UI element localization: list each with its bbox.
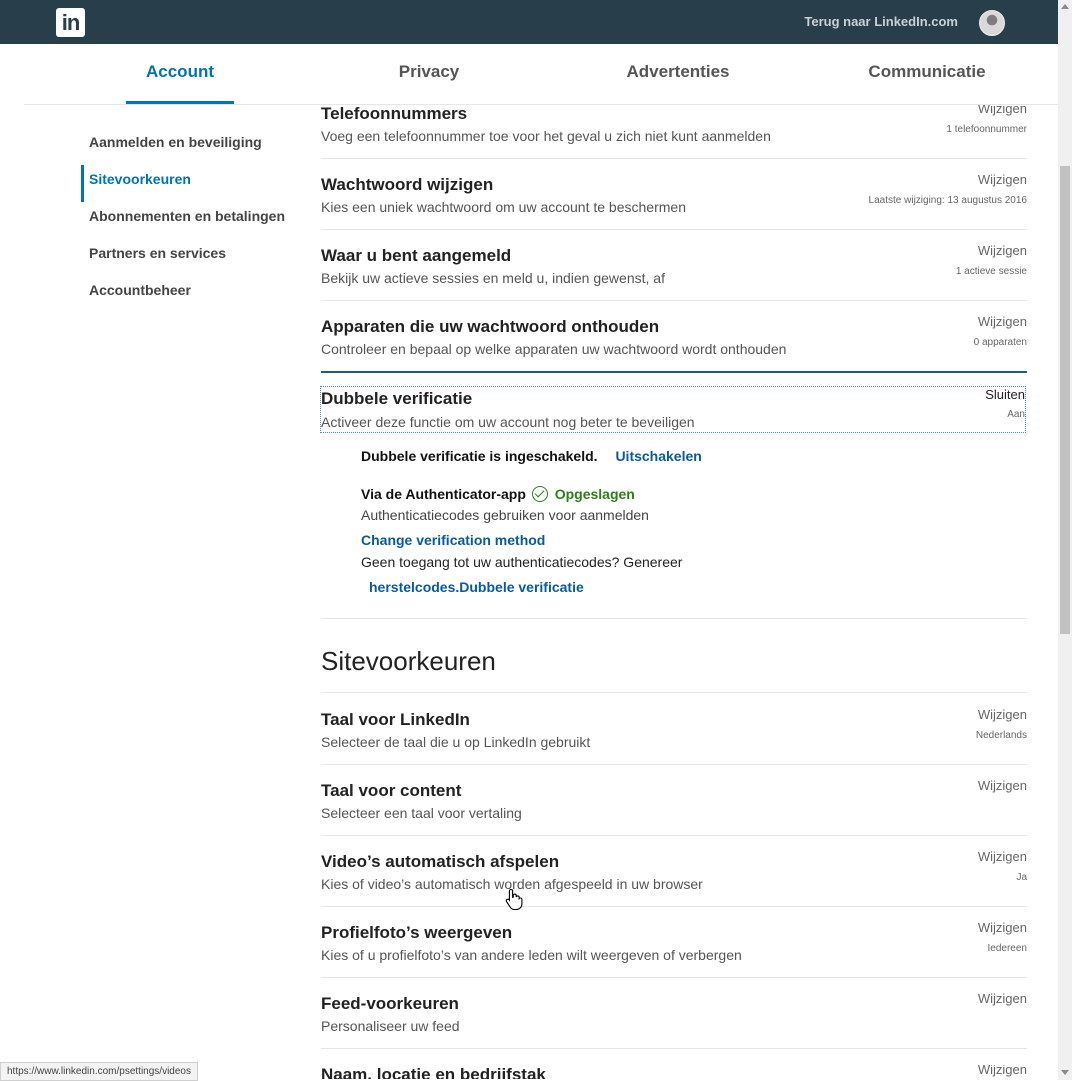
row-title: Taal voor LinkedIn bbox=[321, 710, 470, 729]
recovery-codes-link[interactable]: herstelcodes.Dubbele verificatie bbox=[369, 579, 584, 595]
row-title: Wachtwoord wijzigen bbox=[321, 175, 494, 194]
row-value: 1 actieve sessie bbox=[955, 266, 1027, 277]
settings-row-feed[interactable]: Feed-voorkeuren Personaliseer uw feed Wi… bbox=[321, 991, 1027, 1049]
edit-link[interactable]: Wijzigen bbox=[978, 243, 1027, 258]
linkedin-logo-icon[interactable]: in bbox=[56, 8, 85, 37]
edit-link[interactable]: Wijzigen bbox=[978, 707, 1027, 722]
settings-row-dubbele-verificatie[interactable]: Dubbele verificatie Activeer deze functi… bbox=[320, 386, 1026, 433]
scroll-up-arrow-icon[interactable] bbox=[1061, 4, 1069, 9]
row-description: Selecteer een taal voor vertaling bbox=[321, 805, 522, 821]
tab-communicatie[interactable]: Communicatie bbox=[854, 44, 1000, 102]
sidebar-item-partners[interactable]: Partners en services bbox=[81, 239, 301, 276]
disable-link[interactable]: Uitschakelen bbox=[615, 448, 701, 464]
sidebar-item-aanmelden[interactable]: Aanmelden en beveiliging bbox=[81, 128, 301, 165]
hand-cursor-icon bbox=[505, 888, 523, 910]
change-method-link[interactable]: Change verification method bbox=[361, 532, 545, 548]
row-title: Profielfoto’s weergeven bbox=[321, 923, 513, 942]
row-title: Telefoonnummers bbox=[321, 104, 468, 123]
method-label: Via de Authenticator-app bbox=[361, 486, 526, 502]
row-title: Feed-voorkeuren bbox=[321, 994, 459, 1013]
avatar[interactable] bbox=[979, 10, 1005, 36]
settings-tabs: Account Privacy Advertenties Communicati… bbox=[24, 44, 1058, 105]
active-section-divider bbox=[321, 371, 1027, 373]
divider bbox=[321, 692, 1027, 693]
edit-link[interactable]: Wijzigen bbox=[978, 1065, 1027, 1077]
edit-link[interactable]: Wijzigen bbox=[978, 920, 1027, 935]
close-link[interactable]: Sluiten bbox=[985, 387, 1025, 402]
sidebar: Aanmelden en beveiliging Sitevoorkeuren … bbox=[81, 128, 301, 313]
row-title: Dubbele verificatie bbox=[321, 389, 473, 408]
tab-account[interactable]: Account bbox=[126, 44, 234, 104]
row-value: Iedereen bbox=[987, 943, 1027, 954]
tab-advertenties[interactable]: Advertenties bbox=[606, 44, 750, 102]
row-title: Waar u bent aangemeld bbox=[321, 246, 512, 265]
sidebar-item-accountbeheer[interactable]: Accountbeheer bbox=[81, 276, 301, 313]
row-value: 1 telefoonnummer bbox=[946, 124, 1027, 135]
row-title: Taal voor content bbox=[321, 781, 462, 800]
row-title: Naam, locatie en bedrijfstak bbox=[321, 1065, 546, 1079]
settings-row-naam-locatie[interactable]: Naam, locatie en bedrijfstak Wijzigen bbox=[321, 1065, 1027, 1079]
top-bar: in Terug naar LinkedIn.com bbox=[0, 0, 1058, 44]
row-description: Kies een uniek wachtwoord om uw account … bbox=[321, 199, 686, 215]
page-scrollbar[interactable] bbox=[1058, 0, 1072, 1080]
edit-link[interactable]: Wijzigen bbox=[978, 849, 1027, 864]
back-to-linkedin-link[interactable]: Terug naar LinkedIn.com bbox=[804, 14, 958, 29]
row-value: Ja bbox=[1016, 872, 1027, 883]
browser-status-bar: https://www.linkedin.com/psettings/video… bbox=[0, 1062, 198, 1081]
settings-row-apparaten[interactable]: Apparaten die uw wachtwoord onthouden Co… bbox=[321, 314, 1027, 370]
row-description: Bekijk uw actieve sessies en meld u, ind… bbox=[321, 270, 665, 286]
settings-row-videos[interactable]: Video’s automatisch afspelen Kies of vid… bbox=[321, 849, 1027, 907]
row-description: Activeer deze functie om uw account nog … bbox=[321, 414, 695, 430]
section-title: Sitevoorkeuren bbox=[321, 646, 496, 676]
row-value: Laatste wijziging: 13 augustus 2016 bbox=[868, 195, 1027, 206]
scroll-down-arrow-icon[interactable] bbox=[1061, 1070, 1069, 1075]
tab-privacy[interactable]: Privacy bbox=[376, 44, 482, 102]
edit-link[interactable]: Wijzigen bbox=[978, 172, 1027, 187]
scroll-thumb[interactable] bbox=[1060, 166, 1070, 634]
edit-link[interactable]: Wijzigen bbox=[978, 314, 1027, 329]
settings-row-taal-linkedin[interactable]: Taal voor LinkedIn Selecteer de taal die… bbox=[321, 707, 1027, 765]
sidebar-item-abonnementen[interactable]: Abonnementen en betalingen bbox=[81, 202, 301, 239]
row-value: Nederlands bbox=[975, 730, 1027, 741]
row-description: Controleer en bepaal op welke apparaten … bbox=[321, 341, 787, 357]
edit-link[interactable]: Wijzigen bbox=[978, 991, 1027, 1006]
settings-row-sessies[interactable]: Waar u bent aangemeld Bekijk uw actieve … bbox=[321, 243, 1027, 301]
settings-row-taal-content[interactable]: Taal voor content Selecteer een taal voo… bbox=[321, 778, 1027, 836]
saved-label: Opgeslagen bbox=[554, 486, 635, 502]
row-description: Voeg een telefoonnummer toe voor het gev… bbox=[321, 128, 771, 144]
row-description: Selecteer de taal die u op LinkedIn gebr… bbox=[321, 734, 591, 750]
row-title: Video’s automatisch afspelen bbox=[321, 852, 560, 871]
sidebar-item-sitevoorkeuren[interactable]: Sitevoorkeuren bbox=[81, 165, 301, 202]
row-title: Apparaten die uw wachtwoord onthouden bbox=[321, 317, 660, 336]
settings-row-profielfotos[interactable]: Profielfoto’s weergeven Kies of u profie… bbox=[321, 920, 1027, 978]
divider bbox=[321, 618, 1027, 619]
two-factor-status: Dubbele verificatie is ingeschakeld. bbox=[361, 448, 598, 464]
row-value: Aan bbox=[1007, 409, 1025, 420]
settings-row-telefoonnummers[interactable]: Telefoonnummers Voeg een telefoonnummer … bbox=[321, 101, 1027, 159]
check-circle-icon bbox=[531, 486, 548, 502]
row-value: 0 apparaten bbox=[973, 337, 1027, 348]
row-description: Kies of u profielfoto’s van andere leden… bbox=[321, 947, 742, 963]
method-description: Authenticatiecodes gebruiken voor aanmel… bbox=[361, 507, 649, 523]
row-description: Personaliseer uw feed bbox=[321, 1018, 460, 1034]
edit-link[interactable]: Wijzigen bbox=[978, 778, 1027, 793]
no-access-text: Geen toegang tot uw authenticatiecodes? … bbox=[361, 554, 683, 570]
settings-row-wachtwoord[interactable]: Wachtwoord wijzigen Kies een uniek wacht… bbox=[321, 172, 1027, 230]
